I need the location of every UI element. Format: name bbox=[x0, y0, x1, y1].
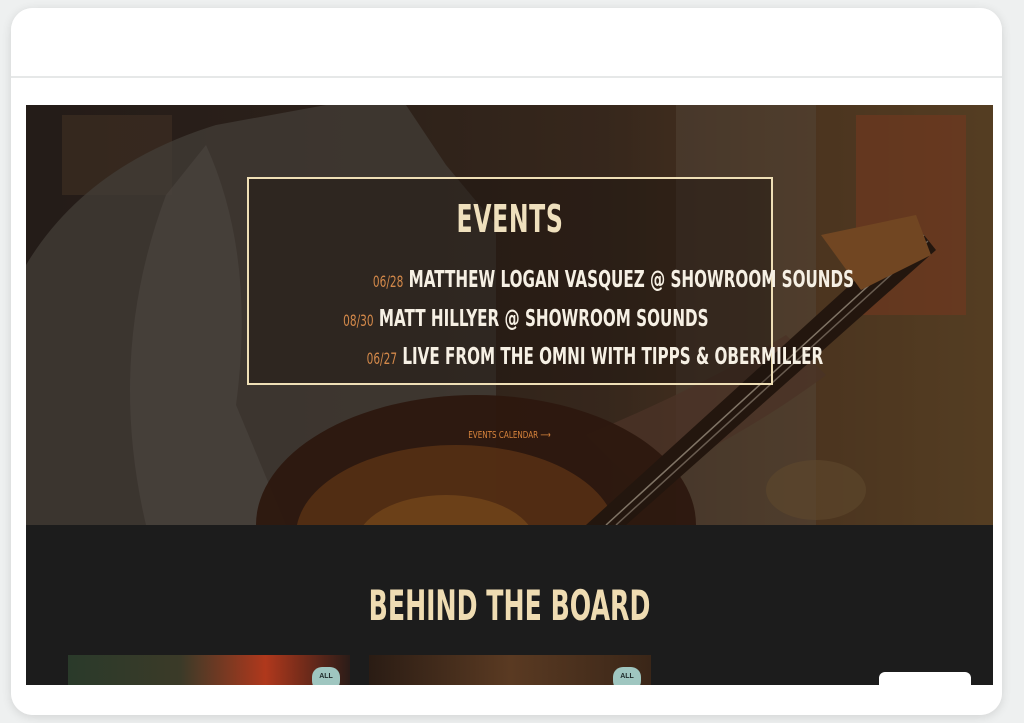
category-badge: ALL bbox=[613, 667, 641, 685]
events-heading: EVENTS bbox=[456, 197, 564, 241]
page-bottom-edge bbox=[11, 685, 1002, 715]
event-date: 06/28 bbox=[372, 272, 404, 291]
events-panel: EVENTS 06/28 MATTHEW LOGAN VASQUEZ @ SHOW… bbox=[247, 177, 854, 385]
events-calendar-link[interactable]: EVENTS CALENDAR ⟶ bbox=[161, 430, 857, 441]
site-header bbox=[11, 8, 1002, 76]
category-badge: ALL bbox=[312, 667, 340, 685]
article-card[interactable]: ALL bbox=[68, 655, 350, 685]
browser-frame: EVENTS 06/28 MATTHEW LOGAN VASQUEZ @ SHOW… bbox=[11, 8, 1002, 715]
event-title-link[interactable]: MATT HILLYER @ SHOWROOM SOUNDS bbox=[379, 306, 709, 332]
behind-the-board-heading: BEHIND THE BOARD bbox=[368, 581, 651, 630]
event-title-link[interactable]: LIVE FROM THE OMNI WITH TIPPS & OBERMILL… bbox=[402, 344, 823, 370]
events-hero: EVENTS 06/28 MATTHEW LOGAN VASQUEZ @ SHOW… bbox=[26, 105, 993, 525]
behind-the-board-section: BEHIND THE BOARD ALL ALL bbox=[26, 525, 993, 685]
header-divider bbox=[11, 76, 1002, 78]
event-item[interactable]: 08/30 MATT HILLYER @ SHOWROOM SOUNDS bbox=[249, 306, 771, 332]
event-item[interactable]: 06/27 LIVE FROM THE OMNI WITH TIPPS & OBE… bbox=[249, 344, 824, 370]
event-date: 06/27 bbox=[366, 349, 398, 368]
event-date: 08/30 bbox=[343, 311, 374, 330]
chat-widget-tab[interactable] bbox=[879, 672, 971, 692]
event-title-link[interactable]: MATTHEW LOGAN VASQUEZ @ SHOWROOM SOUNDS bbox=[409, 267, 854, 293]
article-card[interactable]: ALL bbox=[369, 655, 651, 685]
event-item[interactable]: 06/28 MATTHEW LOGAN VASQUEZ @ SHOWROOM SO… bbox=[249, 267, 854, 293]
